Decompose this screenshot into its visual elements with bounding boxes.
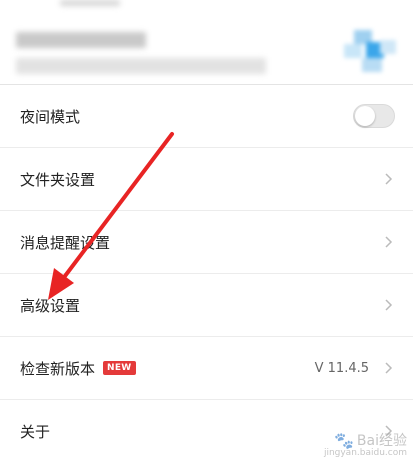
chevron-right-icon	[381, 361, 395, 375]
advanced-settings-label: 高级设置	[20, 296, 81, 315]
blurred-avatar	[340, 30, 400, 74]
toggle-knob	[355, 106, 375, 126]
chevron-right-icon	[381, 172, 395, 186]
version-text: V 11.4.5	[314, 360, 369, 376]
night-mode-row[interactable]: 夜间模式	[0, 84, 413, 147]
folder-settings-row[interactable]: 文件夹设置	[0, 147, 413, 210]
notification-settings-label: 消息提醒设置	[20, 233, 111, 252]
folder-settings-label: 文件夹设置	[20, 170, 96, 189]
baidu-jingyan-watermark: 🐾 Bai经验 jingyan.baidu.com	[324, 430, 407, 459]
blurred-subtitle	[16, 58, 266, 74]
watermark-url: jingyan.baidu.com	[323, 448, 407, 458]
check-update-row[interactable]: 检查新版本 NEW V 11.4.5	[0, 336, 413, 399]
about-label: 关于	[20, 422, 51, 441]
watermark-text: Bai经验	[356, 433, 407, 449]
chevron-right-icon	[381, 298, 395, 312]
blurred-top-strip	[60, 0, 120, 6]
account-header[interactable]	[0, 0, 413, 84]
baidu-paw-icon: 🐾	[334, 430, 354, 450]
new-badge: NEW	[103, 361, 136, 375]
chevron-right-icon	[381, 235, 395, 249]
check-update-label: 检查新版本	[20, 359, 96, 378]
settings-list: 夜间模式 文件夹设置 消息提醒设置 高级设置 检查新版本 NEW V 11.4.…	[0, 84, 413, 460]
notification-settings-row[interactable]: 消息提醒设置	[0, 210, 413, 273]
blurred-username	[16, 32, 146, 48]
night-mode-toggle[interactable]	[353, 104, 395, 128]
advanced-settings-row[interactable]: 高级设置	[0, 273, 413, 336]
night-mode-label: 夜间模式	[20, 107, 81, 126]
